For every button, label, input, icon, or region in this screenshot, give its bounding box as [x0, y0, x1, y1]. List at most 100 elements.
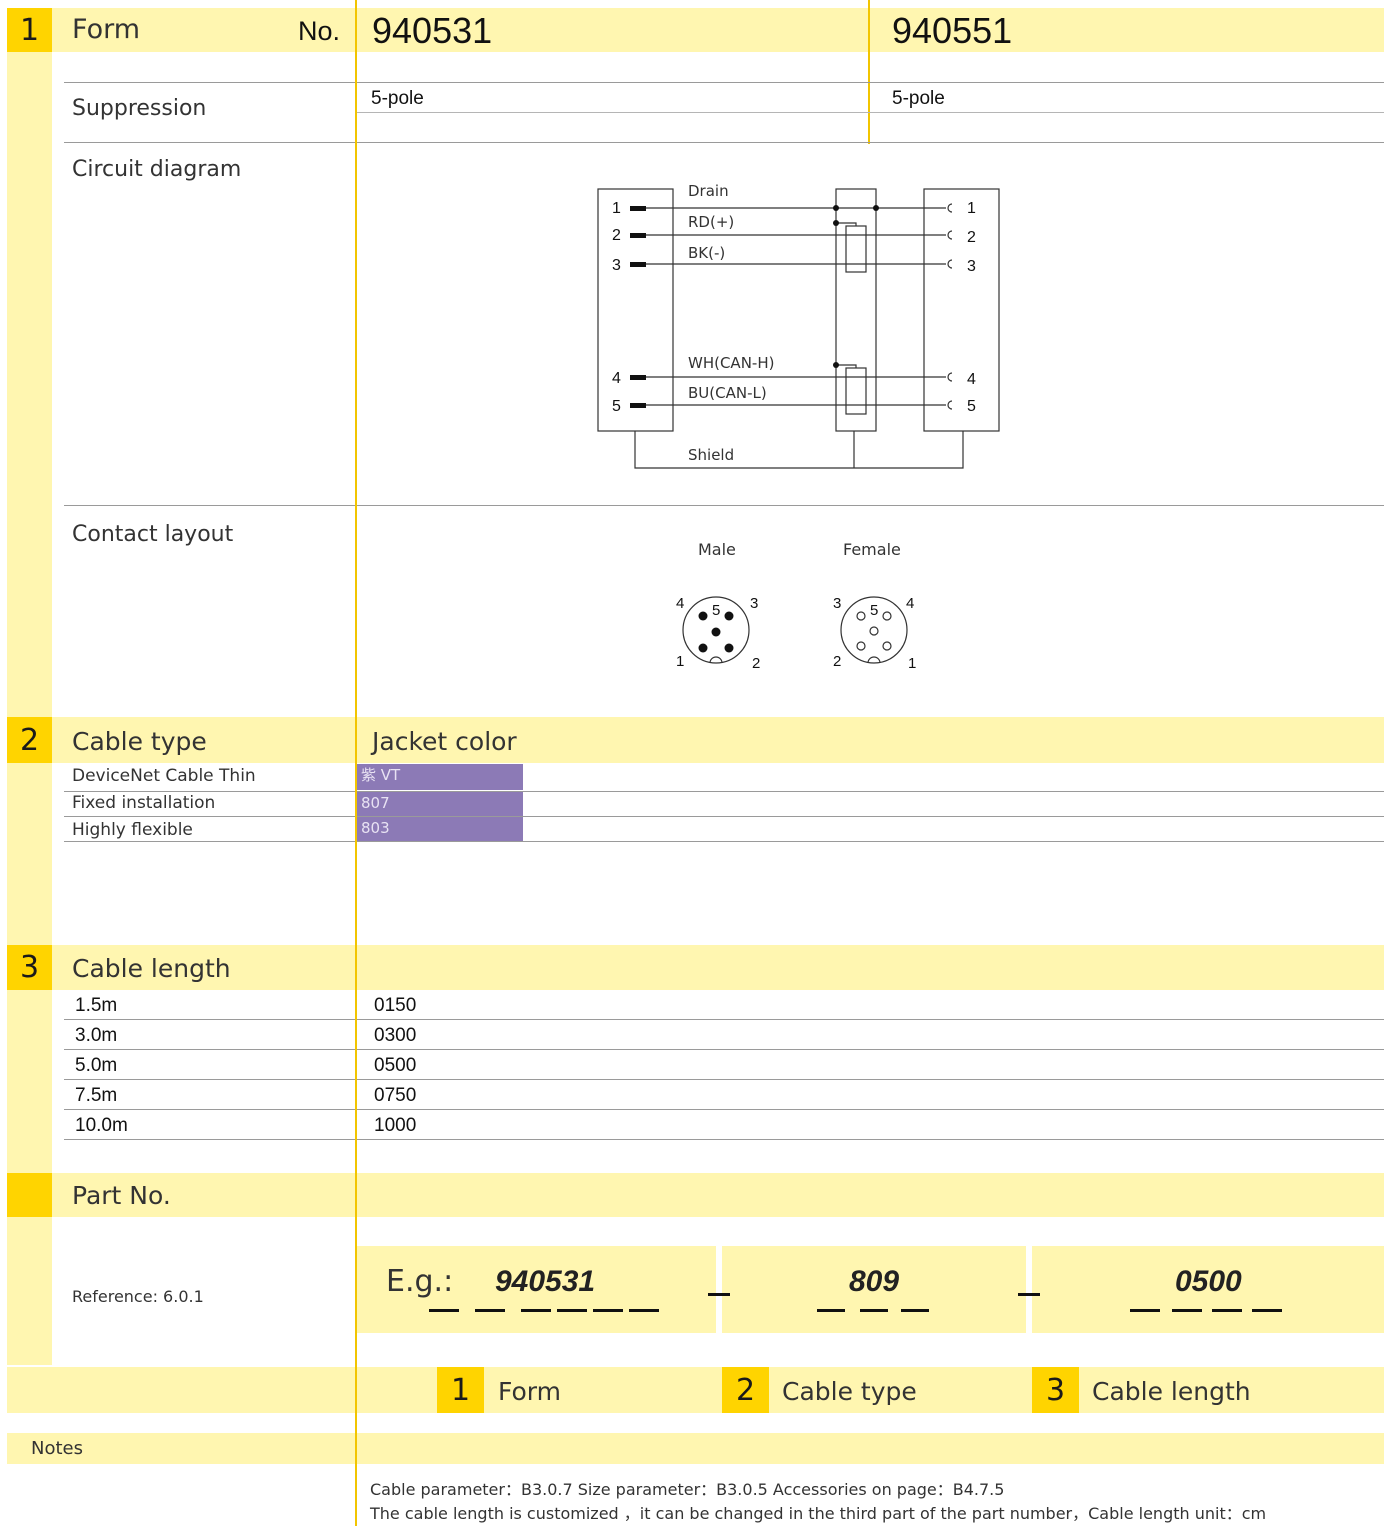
digit-placeholder [1252, 1309, 1282, 1312]
female-pin: 4 [906, 595, 914, 612]
left-spine [7, 8, 52, 1365]
contact-layout-diagram: 4 5 3 1 2 3 5 4 2 1 [676, 595, 916, 672]
column-divider-line [868, 0, 870, 144]
digit-placeholder [1130, 1309, 1160, 1312]
notes-title: Notes [31, 1438, 83, 1459]
separator-dash [1018, 1293, 1040, 1296]
right-pin: 2 [967, 229, 976, 246]
digit-placeholder [475, 1309, 505, 1312]
male-pin: 1 [676, 653, 684, 670]
digit-placeholder [901, 1309, 929, 1312]
no-label: No. [298, 16, 341, 46]
female-pin: 5 [870, 602, 878, 619]
jacket-color-swatch: 紫 VT [357, 764, 523, 790]
divider [64, 791, 1384, 792]
legend-label: Form [498, 1377, 561, 1406]
length-code: 0150 [374, 995, 417, 1016]
section2-number: 2 [7, 717, 52, 763]
part-no-segment-3: 0500 [1175, 1265, 1242, 1298]
length-code: 0300 [374, 1025, 417, 1046]
length-label: 1.5m [75, 995, 118, 1016]
legend-label: Cable type [782, 1377, 917, 1406]
main-divider-line-overlay [355, 0, 357, 1526]
right-pin: 5 [967, 398, 976, 415]
wire-label-bu: BU(CAN-L) [688, 384, 767, 402]
wire-label-shield: Shield [688, 446, 734, 464]
divider [64, 505, 1384, 506]
divider [64, 1079, 1384, 1080]
male-pin: 5 [712, 602, 720, 619]
legend-number: 3 [1032, 1367, 1079, 1413]
female-pin: 2 [833, 653, 841, 670]
male-pin: 2 [752, 655, 760, 672]
section1-title: Form [72, 14, 141, 45]
right-pin: 1 [967, 200, 976, 217]
legend-number: 1 [437, 1367, 484, 1413]
divider [64, 816, 1384, 817]
part-no-segment-2: 809 [849, 1265, 900, 1298]
part-no-segment-1: 940531 [495, 1265, 596, 1298]
divider [64, 841, 1384, 842]
wire-label-drain: Drain [688, 182, 729, 200]
part-no-title: Part No. [72, 1181, 171, 1210]
length-label: 10.0m [75, 1115, 128, 1136]
male-pin: 4 [676, 595, 684, 612]
divider [64, 142, 1384, 143]
section2-header-band [7, 717, 1384, 763]
left-pin: 2 [612, 227, 621, 244]
cable-type-row-label: Highly flexible [72, 820, 193, 840]
suppression-b: 5-pole [892, 88, 945, 109]
legend-number: 2 [722, 1367, 769, 1413]
length-code: 1000 [374, 1115, 417, 1136]
divider [64, 1049, 1384, 1050]
digit-placeholder [557, 1309, 587, 1312]
jacket-color-swatch: 803 [357, 817, 523, 841]
part-no-header-band [7, 1173, 1384, 1217]
right-pin: 3 [967, 258, 976, 275]
notes-band [7, 1433, 1384, 1464]
digit-placeholder [1212, 1309, 1242, 1312]
cable-type-row-label: DeviceNet Cable Thin [72, 766, 256, 786]
section3-number: 3 [7, 945, 52, 990]
digit-placeholder [629, 1309, 659, 1312]
suppression-label: Suppression [72, 96, 207, 121]
left-pin: 5 [612, 398, 621, 415]
length-label: 5.0m [75, 1055, 118, 1076]
length-code: 0750 [374, 1085, 417, 1106]
example-label: E.g.: [386, 1264, 454, 1299]
section3-title: Cable length [72, 954, 231, 983]
divider [64, 1109, 1384, 1110]
divider [64, 1019, 1384, 1020]
left-pin: 1 [612, 200, 621, 217]
right-pin: 4 [967, 371, 976, 388]
wire-label-bk: BK(-) [688, 244, 725, 262]
part-number-b: 940551 [892, 10, 1013, 51]
female-pin: 1 [908, 655, 916, 672]
wire-label-wh: WH(CAN-H) [688, 354, 774, 372]
divider [64, 82, 1384, 83]
male-label: Male [698, 540, 736, 559]
left-pin: 3 [612, 257, 621, 274]
digit-placeholder [593, 1309, 623, 1312]
part-number-a: 940531 [372, 10, 493, 51]
digit-placeholder [860, 1309, 888, 1312]
divider [356, 112, 1384, 113]
wire-label-rd: RD(+) [688, 213, 734, 231]
female-pin: 3 [833, 595, 841, 612]
jacket-color-swatch: 807 [357, 792, 523, 816]
reference-text: Reference: 6.0.1 [72, 1287, 204, 1306]
part-no-marker [7, 1173, 52, 1217]
notes-line-2: The cable length is customized ，it can b… [370, 1504, 1267, 1523]
male-pin: 3 [750, 595, 758, 612]
length-label: 3.0m [75, 1025, 118, 1046]
section1-header-band [7, 8, 1384, 52]
jacket-color-header: Jacket color [372, 727, 517, 756]
digit-placeholder [817, 1309, 845, 1312]
digit-placeholder [1172, 1309, 1202, 1312]
divider [64, 1139, 1384, 1140]
female-label: Female [843, 540, 901, 559]
separator-dash [708, 1293, 730, 1296]
length-label: 7.5m [75, 1085, 118, 1106]
circuit-diagram: 1 2 3 4 5 1 2 3 4 5 Drain RD(+) BK(-) WH… [597, 182, 1000, 469]
contact-layout-label: Contact layout [72, 522, 234, 547]
